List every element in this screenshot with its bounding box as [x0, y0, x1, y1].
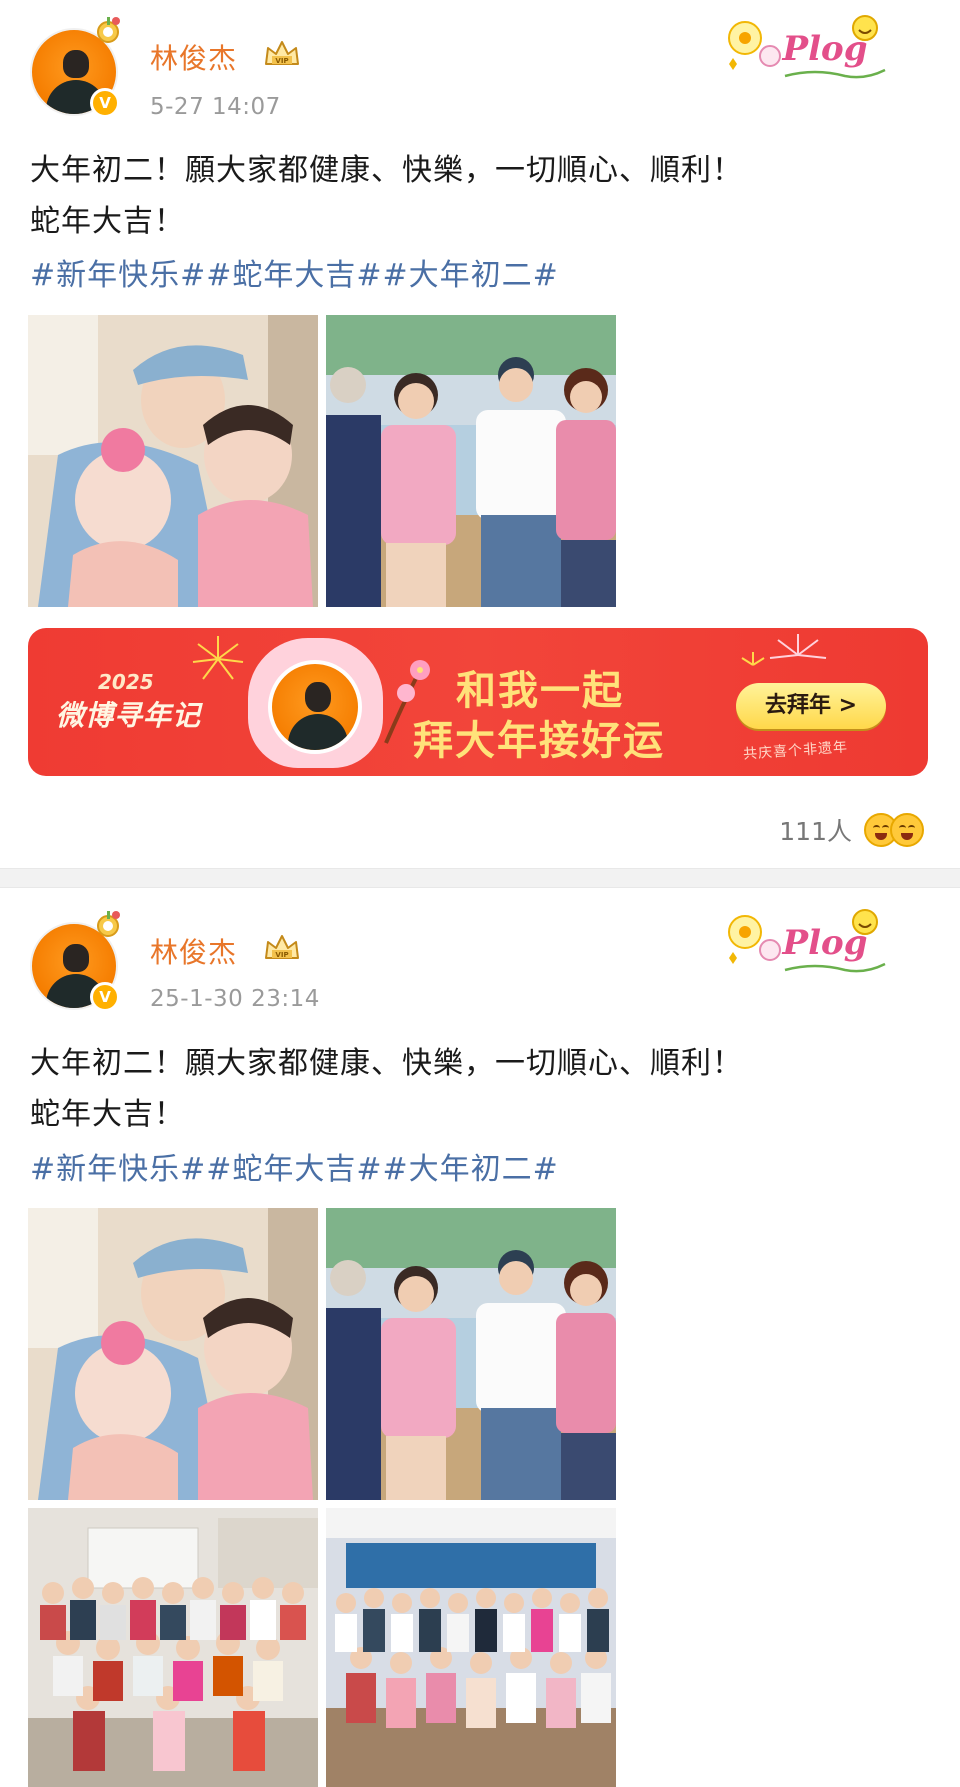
photo-extended-family-living-room[interactable] — [326, 1508, 616, 1787]
banner-avatar — [268, 660, 362, 754]
post-text-line-1: 大年初二！願大家都健康、快樂，一切順心、順利！ — [30, 1046, 743, 1081]
fan-badge-icon — [97, 911, 120, 937]
author-name[interactable]: 林俊杰 — [150, 37, 237, 77]
post-timestamp: 5-27 14:07 — [150, 94, 281, 120]
plog-sticker-icon: Plog — [728, 909, 886, 973]
photo-family-four-on-sofa[interactable] — [326, 1208, 616, 1500]
post-timestamp: 25-1-30 23:14 — [150, 986, 320, 1012]
reactions-summary[interactable]: 111人 — [779, 810, 924, 850]
firework-icon — [192, 636, 244, 680]
plog-sticker-icon: Plog — [728, 15, 886, 79]
vip-crown-icon[interactable]: VIP — [262, 38, 302, 70]
post-text-line-2: 蛇年大吉！ — [30, 204, 185, 239]
post-divider — [0, 868, 960, 888]
photo-selfie-with-babies[interactable] — [28, 1208, 318, 1500]
photo-family-four-on-sofa[interactable] — [326, 315, 616, 607]
new-year-banner[interactable]: 2025 微博寻年记 和我一起 拜大年接好运 去拜年 > 共庆喜个非遗年 — [28, 628, 928, 776]
banner-subtitle: 共庆喜个非遗年 — [742, 739, 849, 763]
verified-badge-icon: V — [90, 88, 120, 118]
author-name[interactable]: 林俊杰 — [150, 931, 237, 971]
banner-line-2: 拜大年接好运 — [413, 718, 665, 764]
banner-year: 2025 — [98, 670, 154, 694]
photo-large-family-group[interactable] — [28, 1508, 318, 1787]
svg-text:VIP: VIP — [275, 57, 288, 65]
post-text-line-2: 蛇年大吉！ — [30, 1097, 185, 1132]
banner-brand: 微博寻年记 — [56, 699, 202, 732]
fan-badge-icon — [97, 17, 120, 43]
go-greet-button[interactable]: 去拜年 > — [736, 683, 886, 729]
post-hashtags[interactable]: #新年快乐##蛇年大吉##大年初二# — [30, 250, 559, 294]
weibo-post-2: V 林俊杰 VIP 25-1-30 23:14 Plog 大年初二！願大家都健康… — [0, 888, 960, 1787]
weibo-post-1: V 林俊杰 VIP 5-27 14:07 Plog 大年初二！願大家都健康、快樂… — [0, 0, 960, 868]
post-text-line-1: 大年初二！願大家都健康、快樂，一切順心、順利！ — [30, 153, 743, 188]
reactions-count: 111人 — [779, 817, 852, 846]
verified-badge-icon: V — [90, 982, 120, 1012]
grin-emoji-icon — [890, 813, 924, 847]
svg-text:VIP: VIP — [275, 951, 288, 959]
vip-crown-icon[interactable]: VIP — [262, 932, 302, 964]
author-avatar[interactable]: V — [30, 911, 120, 1012]
post-hashtags[interactable]: #新年快乐##蛇年大吉##大年初二# — [30, 1144, 559, 1188]
author-avatar[interactable]: V — [30, 17, 120, 118]
photo-selfie-with-babies[interactable] — [28, 315, 318, 607]
firework-icon-right — [741, 634, 827, 666]
